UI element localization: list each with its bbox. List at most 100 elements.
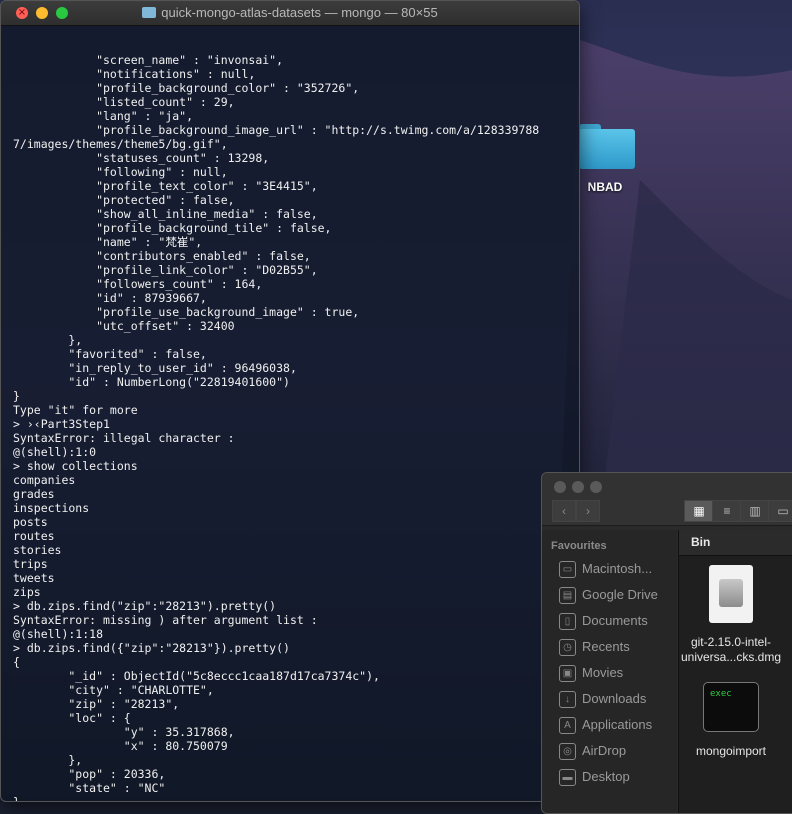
terminal-line: "y" : 35.317868,	[13, 725, 235, 739]
window-title-text: quick-mongo-atlas-datasets — mongo — 80×…	[161, 5, 438, 20]
terminal-line: "screen_name" : "invonsai",	[13, 53, 284, 67]
sidebar-heading: Favourites	[551, 540, 607, 552]
sidebar-item-label: Documents	[582, 613, 648, 628]
terminal-line: "profile_use_background_image" : true,	[13, 305, 360, 319]
terminal-line: "x" : 80.750079	[13, 739, 228, 753]
terminal-line: "listed_count" : 29,	[13, 95, 235, 109]
terminal-line: posts	[13, 515, 48, 529]
finder-titlebar[interactable]	[542, 473, 792, 500]
terminal-window[interactable]: × quick-mongo-atlas-datasets — mongo — 8…	[0, 0, 580, 802]
terminal-line: "state" : "NC"	[13, 781, 166, 795]
chevron-right-icon: ›	[586, 504, 590, 518]
terminal-line: stories	[13, 543, 62, 557]
disk-image-icon	[709, 565, 753, 623]
file-item-git-dmg[interactable]: git-2.15.0-intel- universa...cks.dmg	[679, 565, 783, 665]
terminal-line: "contributors_enabled" : false,	[13, 249, 311, 263]
terminal-line: inspections	[13, 501, 90, 515]
document-icon: ▯	[559, 613, 576, 630]
terminal-line: @(shell):1:18	[13, 627, 104, 641]
terminal-line: "id" : 87939667,	[13, 291, 207, 305]
terminal-line: "in_reply_to_user_id" : 96496038,	[13, 361, 297, 375]
terminal-line: "show_all_inline_media" : false,	[13, 207, 318, 221]
zoom-button[interactable]	[590, 481, 602, 493]
terminal-line: @(shell):1:0	[13, 445, 97, 459]
terminal-line: "profile_background_tile" : false,	[13, 221, 332, 235]
terminal-line: "profile_background_image_url" : "http:/…	[13, 123, 540, 137]
folder-icon: ▤	[559, 587, 576, 604]
minimize-button[interactable]	[572, 481, 584, 493]
grid-icon: ▦	[693, 504, 705, 518]
terminal-line: "zip" : "28213",	[13, 697, 180, 711]
sidebar-item-google-drive[interactable]: ▤ Google Drive	[542, 582, 677, 608]
terminal-line: "notifications" : null,	[13, 67, 256, 81]
terminal-line: },	[13, 753, 83, 767]
finder-sidebar: Favourites ▭ Macintosh... ▤ Google Drive ▯ Do…	[542, 530, 677, 813]
column-view-button[interactable]: ▥	[740, 500, 770, 522]
file-name: mongoimport	[695, 744, 767, 758]
forward-button[interactable]: ›	[576, 500, 600, 522]
terminal-line: "following" : null,	[13, 165, 228, 179]
gallery-view-button[interactable]: ▭	[768, 500, 792, 522]
sidebar-item-documents[interactable]: ▯ Documents	[542, 608, 677, 634]
terminal-line: "lang" : "ja",	[13, 109, 194, 123]
terminal-line: "profile_background_color" : "352726",	[13, 81, 360, 95]
terminal-line: "protected" : false,	[13, 193, 235, 207]
back-button[interactable]: ‹	[552, 500, 576, 522]
terminal-line: "favorited" : false,	[13, 347, 207, 361]
terminal-line: "statuses_count" : 13298,	[13, 151, 270, 165]
terminal-line: routes	[13, 529, 55, 543]
sidebar-item-recents[interactable]: ◷ Recents	[542, 634, 677, 660]
clock-icon: ◷	[559, 639, 576, 656]
desktop-folder-nbad[interactable]: NBAD	[573, 118, 637, 194]
icon-view-button[interactable]: ▦	[684, 500, 714, 522]
finder-window[interactable]: ‹ › ▦ ≡ ▥ ▭ Favourites ▭ Macintosh... ▤ Goo…	[541, 472, 792, 814]
sidebar-item-label: Macintosh...	[582, 561, 653, 576]
terminal-line: SyntaxError: illegal character :	[13, 431, 235, 445]
terminal-line: companies	[13, 473, 76, 487]
terminal-line: SyntaxError: missing ) after argument li…	[13, 613, 318, 627]
terminal-line: > db.zips.find({"zip":"28213"}).pretty()	[13, 641, 290, 655]
sidebar-item-label: Movies	[582, 665, 624, 680]
terminal-titlebar[interactable]: × quick-mongo-atlas-datasets — mongo — 8…	[1, 1, 579, 26]
terminal-line: > ›‹Part3Step1	[13, 417, 110, 431]
airdrop-icon: ◎	[559, 743, 576, 760]
file-item-mongoimport[interactable]: exec mongoimport	[679, 682, 783, 759]
terminal-line: tweets	[13, 571, 55, 585]
sidebar-item-label: Recents	[582, 639, 630, 654]
harddisk-icon: ▭	[559, 561, 576, 578]
sidebar-item-airdrop[interactable]: ◎ AirDrop	[542, 738, 677, 764]
terminal-line: grades	[13, 487, 55, 501]
terminal-line: "_id" : ObjectId("5c8eccc1caa187d17ca737…	[13, 669, 380, 683]
terminal-line: }	[13, 389, 20, 403]
film-icon: ▣	[559, 665, 576, 682]
terminal-line: }	[13, 795, 579, 801]
terminal-output[interactable]: "screen_name" : "invonsai", "notificatio…	[13, 25, 579, 801]
window-title: quick-mongo-atlas-datasets — mongo — 80×…	[1, 5, 579, 20]
sidebar-item-movies[interactable]: ▣ Movies	[542, 660, 677, 686]
terminal-line: "profile_text_color" : "3E4415",	[13, 179, 318, 193]
folder-icon	[142, 7, 157, 18]
terminal-line: Type "it" for more	[13, 403, 138, 417]
desktop-icon: ▬	[559, 769, 576, 786]
chevron-left-icon: ‹	[562, 504, 566, 518]
terminal-line: zips	[13, 585, 41, 599]
terminal-line: {	[13, 655, 20, 669]
terminal-line: "id" : NumberLong("22819401600")	[13, 375, 290, 389]
sidebar-item-label: Applications	[582, 717, 653, 732]
close-button[interactable]	[554, 481, 566, 493]
desktop-folder-label: NBAD	[587, 180, 623, 194]
sidebar-item-label: Downloads	[582, 691, 647, 706]
current-folder-header: Bin	[679, 530, 792, 556]
file-name: git-2.15.0-intel- universa...cks.dmg	[680, 635, 782, 664]
exec-icon: exec	[703, 682, 759, 732]
gallery-icon: ▭	[777, 504, 789, 518]
sidebar-item-label: AirDrop	[582, 743, 627, 758]
sidebar-item-macintosh[interactable]: ▭ Macintosh...	[542, 556, 677, 582]
terminal-line: > show collections	[13, 459, 138, 473]
sidebar-item-applications[interactable]: A Applications	[542, 712, 677, 738]
list-view-button[interactable]: ≡	[712, 500, 742, 522]
sidebar-item-label: Google Drive	[582, 587, 658, 602]
sidebar-item-downloads[interactable]: ↓ Downloads	[542, 686, 677, 712]
sidebar-item-desktop[interactable]: ▬ Desktop	[542, 764, 677, 790]
finder-toolbar: ‹ › ▦ ≡ ▥ ▭	[542, 500, 792, 526]
